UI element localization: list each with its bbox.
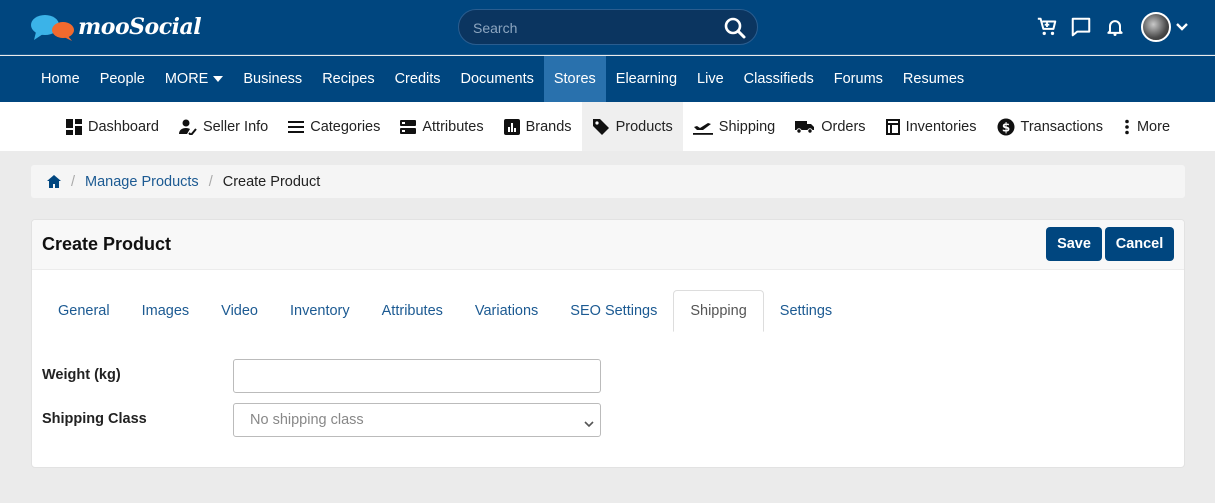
nav-item-classifieds[interactable]: Classifieds [734, 56, 824, 102]
seller-icon [178, 119, 197, 135]
search-icon[interactable] [723, 16, 747, 40]
store-nav-dashboard[interactable]: Dashboard [56, 102, 169, 151]
store-nav-label: Attributes [422, 118, 484, 135]
tab-inventory[interactable]: Inventory [274, 290, 366, 332]
logo-text: mooSocial [78, 14, 202, 40]
search-input[interactable] [473, 18, 713, 38]
store-nav-orders[interactable]: Orders [785, 102, 875, 151]
tag-icon [592, 118, 609, 135]
save-button[interactable]: Save [1046, 227, 1102, 261]
store-nav-label: Dashboard [88, 118, 159, 135]
tab-shipping[interactable]: Shipping [673, 290, 764, 332]
main-nav: Home People MORE Business Recipes Credit… [0, 56, 1215, 102]
tab-images[interactable]: Images [126, 290, 206, 332]
create-product-card: Create Product Save Cancel General Image… [31, 219, 1185, 468]
list-icon [288, 120, 305, 133]
truck-icon [795, 120, 815, 134]
dashboard-icon [66, 118, 82, 135]
search-box [458, 9, 758, 45]
brands-icon [503, 118, 520, 135]
store-nav-brands[interactable]: Brands [494, 102, 582, 151]
nav-item-resumes[interactable]: Resumes [893, 56, 974, 102]
store-nav-label: Inventories [905, 118, 977, 135]
bell-icon[interactable] [1103, 15, 1127, 39]
page-title: Create Product [42, 234, 172, 254]
nav-item-live[interactable]: Live [687, 56, 734, 102]
store-nav-more[interactable]: More [1113, 102, 1180, 151]
nav-item-business[interactable]: Business [233, 56, 312, 102]
store-nav-label: Seller Info [202, 118, 269, 135]
store-nav-label: Transactions [1020, 118, 1103, 135]
card-header: Create Product Save Cancel [32, 220, 1184, 270]
product-tabs: General Images Video Inventory Attribute… [42, 290, 1174, 332]
store-nav-products[interactable]: Products [581, 102, 683, 151]
breadcrumb: / Manage Products / Create Product [31, 165, 1185, 198]
tab-seo-settings[interactable]: SEO Settings [554, 290, 673, 332]
breadcrumb-separator: / [71, 173, 76, 190]
chevron-down-icon [584, 416, 594, 432]
store-nav-seller-info[interactable]: Seller Info [169, 102, 278, 151]
nav-item-more[interactable]: MORE [155, 56, 234, 102]
store-nav-label: More [1136, 118, 1171, 135]
home-icon[interactable] [47, 175, 61, 188]
inventory-icon [885, 118, 900, 135]
nav-item-documents[interactable]: Documents [451, 56, 544, 102]
tab-variations[interactable]: Variations [459, 290, 554, 332]
attributes-icon [400, 119, 417, 134]
plane-icon [692, 122, 713, 135]
store-nav-inventories[interactable]: Inventories [876, 102, 987, 151]
header-actions [1025, 12, 1189, 42]
caret-down-icon [213, 76, 224, 82]
nav-item-elearning[interactable]: Elearning [606, 56, 687, 102]
tab-attributes[interactable]: Attributes [366, 290, 459, 332]
chat-icon[interactable] [1069, 15, 1093, 39]
shipping-class-select[interactable]: No shipping class [233, 403, 601, 437]
svg-text:$: $ [1001, 120, 1009, 134]
nav-item-home[interactable]: Home [31, 56, 90, 102]
store-nav-label: Orders [821, 118, 866, 135]
nav-item-more-label: MORE [164, 71, 209, 87]
store-nav-label: Categories [310, 118, 381, 135]
store-nav-categories[interactable]: Categories [278, 102, 390, 151]
breadcrumb-current: Create Product [222, 173, 321, 190]
cart-icon[interactable] [1035, 15, 1059, 39]
breadcrumb-separator: / [208, 173, 213, 190]
tab-video[interactable]: Video [205, 290, 274, 332]
dots-vertical-icon [1125, 119, 1129, 134]
logo-bubbles-icon [30, 12, 76, 42]
store-nav: Dashboard Seller Info Categories Attribu… [0, 102, 1215, 151]
avatar[interactable] [1141, 12, 1171, 42]
nav-item-people[interactable]: People [90, 56, 155, 102]
cancel-button[interactable]: Cancel [1105, 227, 1174, 261]
store-nav-transactions[interactable]: $ Transactions [987, 102, 1113, 151]
weight-input[interactable] [233, 359, 601, 393]
weight-label: Weight (kg) [42, 367, 121, 383]
logo[interactable]: mooSocial [30, 12, 202, 42]
chevron-down-icon[interactable] [1175, 19, 1189, 35]
shipping-class-value: No shipping class [250, 412, 364, 428]
store-nav-shipping[interactable]: Shipping [683, 102, 785, 151]
store-nav-label: Brands [525, 118, 572, 135]
nav-item-stores[interactable]: Stores [543, 56, 606, 102]
store-nav-label: Shipping [718, 118, 776, 135]
store-nav-label: Products [615, 118, 673, 135]
nav-item-forums[interactable]: Forums [824, 56, 893, 102]
store-nav-attributes[interactable]: Attributes [390, 102, 493, 151]
nav-item-recipes[interactable]: Recipes [312, 56, 384, 102]
shipping-class-label: Shipping Class [42, 411, 147, 427]
dollar-icon: $ [997, 118, 1014, 135]
breadcrumb-manage-products[interactable]: Manage Products [85, 174, 199, 190]
nav-item-credits[interactable]: Credits [385, 56, 451, 102]
tab-settings[interactable]: Settings [764, 290, 848, 332]
top-header: mooSocial [0, 0, 1215, 55]
tab-general[interactable]: General [42, 290, 126, 332]
